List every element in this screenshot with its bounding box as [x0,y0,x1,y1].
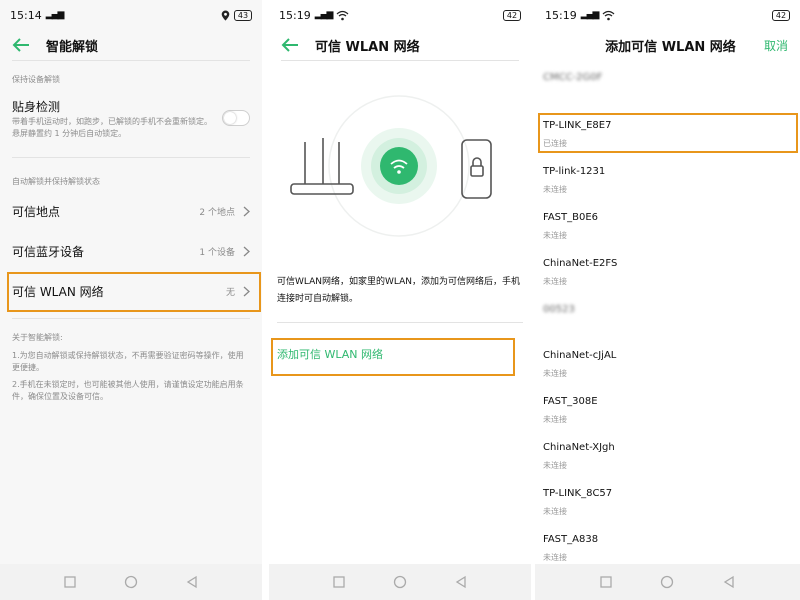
wlan-list-item[interactable]: ChinaNet-cJjAL 未连接 [543,342,792,386]
wlan-name: ChinaNet-E2FS [543,258,618,269]
about-title: 关于智能解锁: [12,333,63,342]
trusted-bluetooth-value: 1 个设备 [199,247,235,258]
status-time: 15:19 [545,8,577,22]
wlan-name: FAST_308E [543,396,598,407]
screen-gap [262,0,269,600]
trusted-wlan-description: 可信WLAN网络，如家里的WLAN，添加为可信网络后，手机连接时可自动解锁。 [277,277,521,304]
battery-icon: 43 [234,9,252,21]
status-time: 15:19 [279,8,311,22]
home-circle-icon[interactable] [393,575,407,589]
highlight-box [271,338,515,376]
chevron-right-icon [243,206,250,216]
highlight-box [538,113,798,153]
wlan-list-item[interactable]: ChinaNet-E2FS 未连接 [543,250,792,294]
header-divider [281,60,519,61]
screen-smart-unlock: 15:14 ▂▄▆ 43 智能解锁 保持设备解锁 贴身检测 带着手机运动时，如跑… [0,0,262,600]
wlan-list-item[interactable]: ChinaNet-XJgh 未连接 [543,434,792,478]
wlan-name: 00523 [543,304,575,315]
divider [12,157,250,158]
divider [12,318,250,319]
wlan-list-item[interactable]: CMCC-2G0F [543,64,792,108]
wlan-state: 未连接 [543,553,567,562]
status-time: 15:14 [10,8,42,22]
back-triangle-icon[interactable] [454,575,468,589]
wlan-state: 未连接 [543,231,567,240]
about-note-2: 2.手机在未锁定时，也可能被其他人使用，请谨慎设定功能启用条件，确保位置及设备可… [12,380,244,401]
wlan-state: 未连接 [543,277,567,286]
wlan-list-item[interactable]: 00523 [543,296,792,340]
status-bar: 15:19 ▂▄▆ 42 [269,0,531,30]
screen-add-trusted-wlan: 15:19 ▂▄▆ 42 添加可信 WLAN 网络 取消 CMCC-2G0F T… [535,0,800,600]
page-title: 添加可信 WLAN 网络 [605,39,736,55]
wlan-list-item[interactable]: FAST_B0E6 未连接 [543,204,792,248]
page-title: 智能解锁 [46,39,99,55]
back-triangle-icon[interactable] [185,575,199,589]
wlan-name: TP-link-1231 [543,166,606,177]
home-circle-icon[interactable] [124,575,138,589]
router-icon [290,138,354,195]
signal-icon: ▂▄▆ [580,10,600,20]
app-header: 添加可信 WLAN 网络 取消 [535,30,800,60]
trusted-bluetooth-row[interactable]: 可信蓝牙设备 1 个设备 [12,240,250,262]
divider [277,322,523,323]
wlan-state: 未连接 [543,185,567,194]
wifi-status-icon [603,10,615,20]
wlan-name: ChinaNet-cJjAL [543,350,617,361]
location-icon [221,10,230,21]
header-divider [12,60,250,61]
navigation-bar [269,564,531,600]
wlan-list-item[interactable]: TP-LINK_8C57 未连接 [543,480,792,524]
trusted-wlan-illustration [290,95,492,237]
navigation-bar [535,564,800,600]
trusted-bluetooth-label: 可信蓝牙设备 [12,244,85,259]
wlan-state: 未连接 [543,507,567,516]
wlan-name: FAST_B0E6 [543,212,599,223]
chevron-right-icon [243,246,250,256]
signal-icon: ▂▄▆ [45,10,65,20]
recents-square-icon[interactable] [332,575,346,589]
status-bar: 15:19 ▂▄▆ 42 [535,0,800,30]
back-arrow-icon[interactable] [281,38,299,52]
page-title: 可信 WLAN 网络 [315,39,420,55]
app-header: 可信 WLAN 网络 [269,30,531,60]
wlan-name: TP-LINK_8C57 [543,488,613,499]
on-body-detection-desc: 带着手机运动时，如跑步，已解锁的手机不会重新锁定。悬屏静置约 1 分钟后自动锁定… [12,117,212,138]
highlight-box [7,272,261,312]
screen-trusted-wlan: 15:19 ▂▄▆ 42 可信 WLAN 网络 可信WLAN网络，如家里的WLA… [269,0,531,600]
back-triangle-icon[interactable] [722,575,736,589]
signal-icon: ▂▄▆ [314,10,334,20]
back-arrow-icon[interactable] [12,38,30,52]
recents-square-icon[interactable] [63,575,77,589]
on-body-detection-label: 贴身检测 [12,99,61,114]
home-circle-icon[interactable] [660,575,674,589]
wlan-state: 未连接 [543,369,567,378]
status-bar: 15:14 ▂▄▆ 43 [0,0,262,30]
wlan-name: CMCC-2G0F [543,72,603,83]
section-title-auto-unlock: 自动解锁并保持解锁状态 [12,177,100,186]
battery-icon: 42 [772,9,790,21]
wifi-status-icon [337,10,349,20]
section-title-keep-unlocked: 保持设备解锁 [12,75,60,84]
cancel-button[interactable]: 取消 [764,37,788,54]
app-header: 智能解锁 [0,30,262,60]
wlan-name: FAST_A838 [543,534,599,545]
wlan-state: 未连接 [543,415,567,424]
wlan-state: 未连接 [543,461,567,470]
trusted-places-row[interactable]: 可信地点 2 个地点 [12,200,250,222]
trusted-places-value: 2 个地点 [199,207,235,218]
battery-icon: 42 [503,9,521,21]
wlan-name: ChinaNet-XJgh [543,442,615,453]
wlan-list-item[interactable]: FAST_308E 未连接 [543,388,792,432]
on-body-detection-row[interactable]: 贴身检测 [12,98,250,114]
trusted-places-label: 可信地点 [12,204,61,219]
navigation-bar [0,564,262,600]
wlan-list-item[interactable]: TP-link-1231 未连接 [543,158,792,202]
about-note-1: 1.为您自动解锁或保持解锁状态，不再需要验证密码等操作，使用更便捷。 [12,351,244,372]
recents-square-icon[interactable] [599,575,613,589]
on-body-detection-toggle[interactable] [222,110,250,126]
